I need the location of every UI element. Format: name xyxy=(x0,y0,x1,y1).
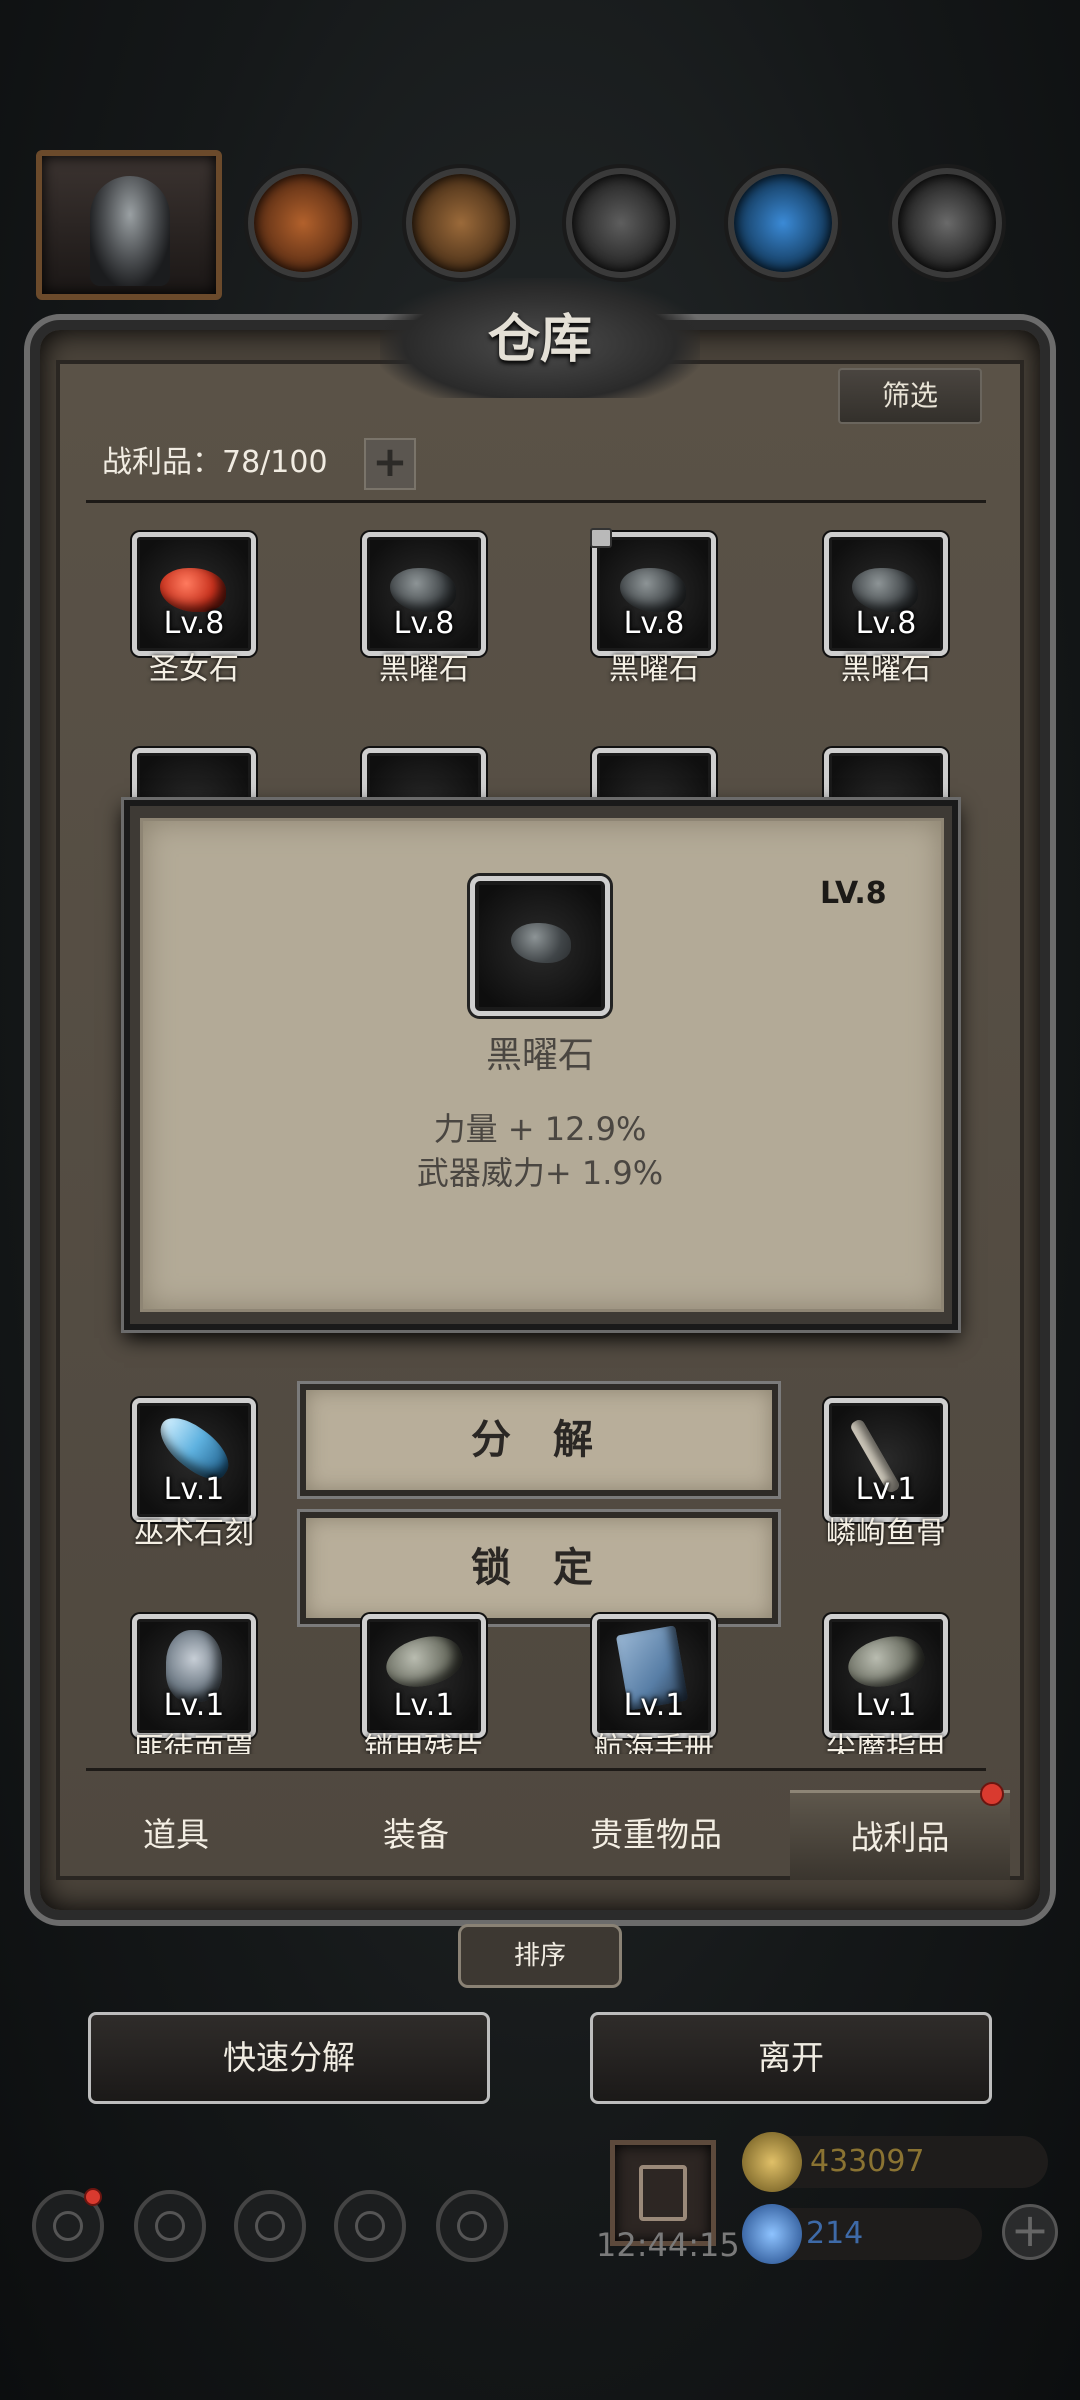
leave-button[interactable]: 离开 xyxy=(590,2012,992,2104)
tab-valuables[interactable]: 贵重物品 xyxy=(546,1790,766,1880)
item-level: Lv.8 xyxy=(393,606,455,641)
item-name: 嶙峋鱼骨 xyxy=(826,1516,946,1551)
tooltip-stat: 力量 + 12.9% xyxy=(433,1110,647,1148)
tooltip-level: LV.8 xyxy=(820,876,887,911)
item-slot[interactable]: Lv.1 xyxy=(132,1398,256,1522)
item-name: 尖魔指甲 xyxy=(826,1732,946,1754)
quick-decompose-button[interactable]: 快速分解 xyxy=(88,2012,490,2104)
item-slot[interactable]: Lv.8 xyxy=(362,532,486,656)
item-level: Lv.8 xyxy=(855,606,917,641)
item-level: Lv.1 xyxy=(855,1688,917,1723)
item-name: 航海手册 xyxy=(594,1732,714,1754)
add-currency-button[interactable]: + xyxy=(1002,2204,1058,2260)
item-slot[interactable]: Lv.1 xyxy=(132,1614,256,1738)
gem-icon xyxy=(742,2204,802,2264)
item-slot[interactable]: Lv.8 xyxy=(132,532,256,656)
tab-loot[interactable]: 战利品 xyxy=(790,1790,1010,1880)
item-level: Lv.1 xyxy=(393,1688,455,1723)
tooltip-item-name: 黑曜石 xyxy=(485,1035,594,1076)
steel-ingot-icon[interactable] xyxy=(892,168,1002,278)
chest-icon[interactable] xyxy=(436,2190,508,2262)
item-name: 匪徒面罩 xyxy=(134,1732,254,1754)
star-icon[interactable] xyxy=(134,2190,206,2262)
tooltip-stat: 武器威力+ 1.9% xyxy=(416,1154,664,1192)
item-level: Lv.1 xyxy=(163,1688,225,1723)
gold-coin-icon xyxy=(742,2132,802,2192)
item-level: Lv.8 xyxy=(623,606,685,641)
item-name: 黑曜石 xyxy=(841,652,931,687)
gold-amount: 433097 xyxy=(810,2144,925,2179)
item-slot[interactable]: Lv.1 xyxy=(824,1398,948,1522)
notification-dot xyxy=(84,2188,102,2206)
item-level: Lv.1 xyxy=(855,1472,917,1507)
obsidian-icon xyxy=(470,876,610,1016)
wood-plank-icon[interactable] xyxy=(406,168,516,278)
plus-icon[interactable]: + xyxy=(364,438,416,490)
gem-amount: 214 xyxy=(806,2216,864,2251)
lock-icon xyxy=(590,528,612,548)
item-name: 圣女石 xyxy=(149,652,239,687)
tab-divider xyxy=(86,1768,986,1771)
copper-ore-icon[interactable] xyxy=(248,168,358,278)
item-level: Lv.8 xyxy=(163,606,225,641)
item-slot[interactable]: Lv.8 xyxy=(824,532,948,656)
item-name: 黑曜石 xyxy=(609,652,699,687)
sort-button[interactable]: 排序 xyxy=(458,1924,622,1988)
filter-button[interactable]: 筛选 xyxy=(838,368,982,424)
clock-time: 12:44:15 xyxy=(596,2226,740,2264)
notification-dot xyxy=(980,1782,1004,1806)
page-title: 仓库 xyxy=(487,309,592,370)
item-slot[interactable]: Lv.1 xyxy=(362,1614,486,1738)
item-name: 黑曜石 xyxy=(379,652,469,687)
crystal-icon[interactable] xyxy=(728,168,838,278)
item-name: 锁甲残片 xyxy=(364,1732,484,1754)
item-slot[interactable]: Lv.1 xyxy=(592,1614,716,1738)
mail-icon[interactable] xyxy=(334,2190,406,2262)
item-slot[interactable]: Lv.1 xyxy=(824,1614,948,1738)
item-level: Lv.1 xyxy=(623,1688,685,1723)
hero-portrait[interactable] xyxy=(36,150,222,300)
banner-icon[interactable] xyxy=(234,2190,306,2262)
item-name: 巫术石刻 xyxy=(134,1516,254,1551)
tab-equipment[interactable]: 装备 xyxy=(306,1790,526,1880)
hero-face-image xyxy=(90,176,170,286)
divider xyxy=(86,500,986,503)
decompose-button[interactable]: 分 解 xyxy=(300,1384,778,1496)
item-slot[interactable]: Lv.8 xyxy=(590,528,716,656)
item-level: Lv.1 xyxy=(163,1472,225,1507)
loot-count: 战利品：78/100 xyxy=(102,445,328,480)
tab-items[interactable]: 道具 xyxy=(66,1790,286,1880)
lock-button[interactable]: 锁 定 xyxy=(300,1512,778,1624)
iron-ingot-icon[interactable] xyxy=(566,168,676,278)
